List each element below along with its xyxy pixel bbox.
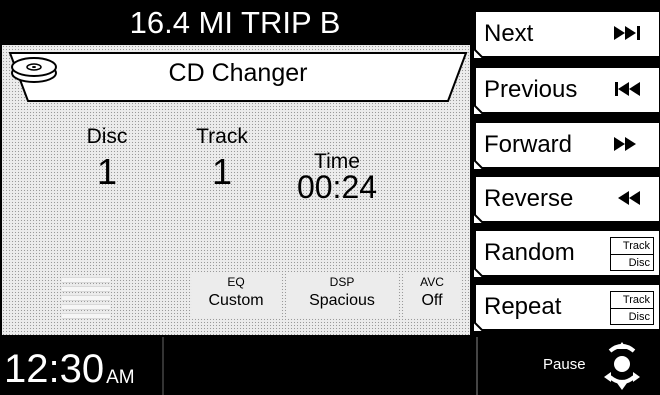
previous-label: Previous [484, 76, 578, 103]
cd-changer-screen: 16.4 MI TRIP B CD Changer Disc 1 Track 1… [0, 0, 660, 395]
forward-button[interactable]: Forward [474, 121, 660, 169]
fast-forward-icon [614, 137, 636, 151]
random-label: Random [484, 239, 575, 266]
disc-label: Disc [86, 125, 128, 148]
avc-setting[interactable]: AVC Off [404, 272, 460, 318]
skip-next-icon [614, 26, 640, 40]
repeat-label: Repeat [484, 293, 562, 320]
random-mode-toggle[interactable]: Track Disc [610, 237, 654, 271]
next-label: Next [484, 20, 534, 47]
disc-value: 1 [96, 151, 118, 192]
repeat-track-option[interactable]: Track [611, 292, 653, 308]
random-disc-option[interactable]: Disc [611, 254, 653, 270]
clock-ampm: AM [106, 367, 135, 388]
skip-previous-icon [615, 82, 640, 96]
avc-value: Off [421, 292, 443, 309]
level-meter [62, 277, 110, 327]
clock: 12:30 AM [0, 337, 160, 395]
repeat-button[interactable]: Repeat Track Disc [474, 283, 660, 331]
eq-setting[interactable]: EQ Custom [192, 272, 280, 318]
rewind-icon [618, 191, 640, 205]
reverse-label: Reverse [484, 185, 574, 212]
track-value: 1 [211, 151, 233, 192]
source-header: CD Changer [8, 51, 468, 103]
clock-time: 12:30 [4, 347, 105, 391]
avc-label: AVC [420, 275, 444, 289]
reverse-button[interactable]: Reverse [474, 175, 660, 223]
next-button[interactable]: Next [474, 10, 660, 58]
trip-banner-text: 16.4 MI TRIP B [129, 4, 341, 40]
bottom-bar-spacer [162, 337, 472, 395]
random-track-option[interactable]: Track [611, 238, 653, 254]
repeat-mode-toggle[interactable]: Track Disc [610, 291, 654, 325]
dsp-setting[interactable]: DSP Spacious [286, 272, 398, 318]
source-title: CD Changer [168, 59, 308, 87]
previous-button[interactable]: Previous [474, 66, 660, 114]
trip-banner: 16.4 MI TRIP B [0, 0, 470, 45]
pause-label: Pause [543, 356, 586, 373]
random-button[interactable]: Random Track Disc [474, 229, 660, 277]
pause-control[interactable]: Pause [476, 337, 660, 395]
eq-label: EQ [227, 275, 245, 289]
time-value: 00:24 [296, 169, 378, 205]
repeat-disc-option[interactable]: Disc [611, 308, 653, 324]
forward-label: Forward [484, 131, 573, 158]
joystick-icon [604, 342, 640, 390]
track-label: Track [196, 125, 248, 148]
eq-value: Custom [208, 292, 264, 309]
dsp-value: Spacious [309, 292, 375, 309]
dsp-label: DSP [329, 275, 355, 289]
